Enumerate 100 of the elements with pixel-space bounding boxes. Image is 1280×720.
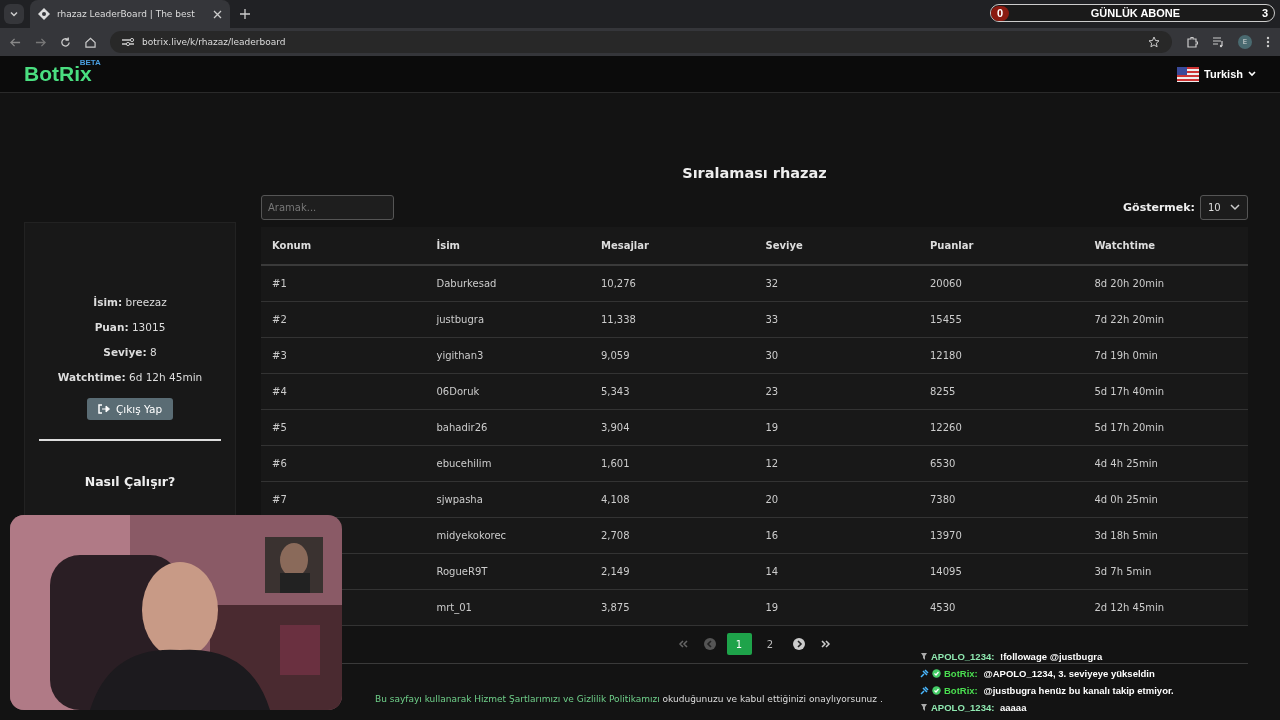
table-cell: #3 (272, 350, 287, 361)
table-cell: 12260 (929, 422, 962, 433)
pin-icon (920, 669, 929, 678)
subscriber-counter-widget: 0 GÜNLÜK ABONE 3 (990, 4, 1275, 22)
table-cell: 6530 (929, 458, 956, 469)
table-cell: 3d 18h 5min (1094, 530, 1158, 541)
terms-link[interactable]: Bu sayfayı kullanarak Hizmet Şartlarımızı ve Gizlilik Politikamızı (375, 694, 660, 704)
double-chevron-right-icon (821, 640, 831, 648)
puzzle-icon[interactable] (1186, 36, 1198, 48)
table-cell: 33 (765, 314, 779, 325)
table-cell: #6 (272, 458, 287, 469)
column-header: Seviye (765, 240, 803, 251)
menu-icon[interactable] (1266, 36, 1270, 48)
table-cell: 12180 (929, 350, 962, 361)
table-cell: 8255 (929, 386, 956, 397)
table-cell: bahadir26 (436, 422, 488, 433)
table-cell: #1 (272, 278, 287, 289)
language-selector[interactable]: Turkish (1177, 66, 1256, 82)
table-cell: 7380 (929, 494, 956, 505)
table-cell: 14 (765, 566, 779, 577)
page-button[interactable]: 2 (757, 633, 783, 655)
table-cell: 1,601 (600, 458, 630, 469)
forward-icon[interactable] (35, 36, 46, 48)
media-icon[interactable] (1212, 36, 1224, 48)
pin-icon (920, 686, 929, 695)
table-cell: #5 (272, 422, 287, 433)
column-header: Puanlar (929, 240, 974, 251)
table-cell: 2d 12h 45min (1094, 602, 1165, 613)
table-cell: 3d 7h 5min (1094, 566, 1152, 577)
chevron-right-icon (793, 638, 805, 650)
table-cell: 06Doruk (436, 386, 480, 397)
chat-message: BotRix: @APOLO_1234, 3. seviyeye yükseldin (920, 667, 1155, 680)
table-cell: 2,708 (600, 530, 630, 541)
site-icon (38, 8, 50, 20)
new-tab-icon[interactable] (240, 9, 250, 19)
table-cell: mrt_01 (436, 602, 472, 613)
table-cell: 23 (765, 386, 779, 397)
back-icon[interactable] (10, 36, 21, 48)
table-cell: 16 (765, 530, 779, 541)
table-cell: RogueR9T (436, 566, 488, 577)
browser-tab[interactable]: rhazaz LeaderBoard | The best (30, 0, 230, 28)
table-cell: 7d 19h 0min (1094, 350, 1158, 361)
table-cell: 5d 17h 40min (1094, 386, 1165, 397)
table-cell: 13970 (929, 530, 962, 541)
table-cell: 20060 (929, 278, 962, 289)
chevron-down-icon (1248, 71, 1256, 77)
tab-list-button[interactable] (4, 4, 24, 24)
table-cell: 4,108 (600, 494, 630, 505)
profile-field: Puan: 13015 (94, 320, 166, 335)
table-cell: 4d 0h 25min (1094, 494, 1158, 505)
table-cell: Daburkesad (436, 278, 497, 289)
table-cell: 5,343 (600, 386, 630, 397)
table-cell: 15455 (929, 314, 962, 325)
chevron-left-icon (704, 638, 716, 650)
home-icon[interactable] (85, 36, 96, 48)
terms-notice: Bu sayfayı kullanarak Hizmet Şartlarımızı ve Gizlilik Politikamızı okuduğunuzu ve kabul ettiğinizi onaylıyorsunuz . (375, 694, 883, 704)
section-title: Nasıl Çalışır? (84, 474, 176, 489)
site-settings-icon[interactable] (122, 37, 134, 47)
table-cell: 11,338 (600, 314, 636, 325)
table-cell: 4d 4h 25min (1094, 458, 1158, 469)
chevron-down-icon (1230, 204, 1240, 211)
table-cell: ebucehilim (436, 458, 492, 469)
table-cell: 14095 (929, 566, 962, 577)
table-cell: #4 (272, 386, 287, 397)
table-cell: 2,149 (600, 566, 630, 577)
profile-field: İsim: breezaz (93, 295, 167, 310)
user-badge-icon (920, 652, 928, 661)
address-bar[interactable]: botrix.live/k/rhazaz/leaderboard (110, 31, 1172, 53)
verified-badge-icon (932, 669, 941, 678)
table-cell: 5d 17h 20min (1094, 422, 1165, 433)
table-cell: #2 (272, 314, 287, 325)
column-header: Watchtime (1094, 240, 1156, 251)
user-badge-icon (920, 703, 928, 712)
double-chevron-left-icon (678, 640, 688, 648)
logout-button[interactable]: Çıkış Yap (86, 398, 174, 420)
table-cell: yigithan3 (436, 350, 484, 361)
page-size-label: Göstermek: (1123, 201, 1195, 214)
table-cell: #7 (272, 494, 287, 505)
chat-message: APOLO_1234: aaaaa (920, 701, 1027, 714)
bookmark-star-icon[interactable] (1148, 36, 1160, 48)
page-size-select[interactable]: 10 (1200, 195, 1248, 220)
chevron-down-icon (9, 9, 19, 19)
table-cell: justbugra (436, 314, 484, 325)
table-cell: 7d 22h 20min (1094, 314, 1165, 325)
table-cell: 19 (765, 602, 779, 613)
close-icon[interactable] (213, 9, 222, 19)
table-cell: 30 (765, 350, 779, 361)
table-cell: 8d 20h 20min (1094, 278, 1165, 289)
chat-message: APOLO_1234: !followage @justbugra (920, 650, 1103, 663)
table-cell: 3,875 (600, 602, 630, 613)
table-cell: 12 (765, 458, 779, 469)
search-field[interactable]: Aramak... (261, 195, 394, 220)
table-cell: 19 (765, 422, 779, 433)
column-header: Mesajlar (600, 240, 649, 251)
reload-icon[interactable] (60, 36, 71, 48)
table-cell: 4530 (929, 602, 956, 613)
column-header: İsim (436, 240, 460, 251)
botrix-logo[interactable]: BotRixBETA (24, 62, 101, 86)
verified-badge-icon (932, 686, 941, 695)
flag-icon (1177, 66, 1200, 82)
